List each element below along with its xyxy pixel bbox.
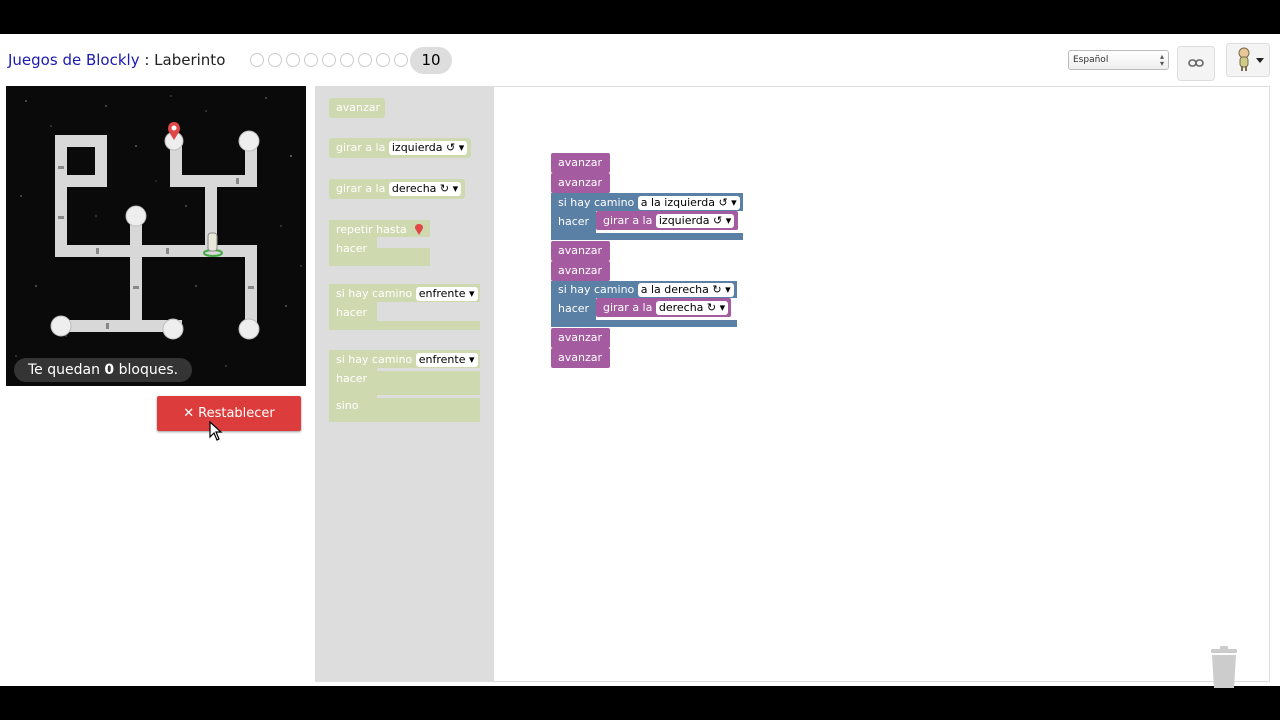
level-dot[interactable] xyxy=(358,53,372,67)
block-label: repetir hasta xyxy=(336,223,407,236)
remaining-pre: Te quedan xyxy=(28,362,105,378)
current-level-badge[interactable]: 10 xyxy=(410,47,452,74)
if-else-do-label: hacer xyxy=(336,372,368,385)
direction-dropdown[interactable]: izquierda ↺ ▾ xyxy=(388,141,468,155)
path-direction-dropdown[interactable]: a la derecha ↻ ▾ xyxy=(637,283,734,297)
remaining-count: 0 xyxy=(104,362,115,378)
remaining-blocks-label: Te quedan 0 bloques. xyxy=(14,358,193,382)
level-dot[interactable] xyxy=(268,53,282,67)
move-forward-block[interactable]: avanzar xyxy=(558,241,602,260)
level-selector xyxy=(250,53,408,67)
if-do-label: hacer xyxy=(558,215,590,228)
block-label: si hay camino xyxy=(336,353,413,366)
language-value: Español xyxy=(1073,55,1109,65)
toolbox-if-path-block[interactable]: si hay camino enfrente ▾ xyxy=(336,284,478,303)
repeat-do-label: hacer xyxy=(336,242,368,255)
toolbox-move-forward-block[interactable]: avanzar xyxy=(336,98,380,117)
level-dot[interactable] xyxy=(286,53,300,67)
block-label: girar a la xyxy=(603,214,653,227)
level-dot[interactable] xyxy=(376,53,390,67)
block-label: girar a la xyxy=(603,301,653,314)
path-direction-dropdown[interactable]: a la izquierda ↺ ▾ xyxy=(637,196,740,210)
link-icon xyxy=(1188,54,1204,72)
toolbox-turn-right-block[interactable]: girar a la derecha ↻ ▾ xyxy=(336,179,462,198)
if-path-block[interactable]: si hay camino a la izquierda ↺ ▾ xyxy=(558,193,740,212)
if-else-else-label: sino xyxy=(336,399,359,412)
pegman-menu-button[interactable] xyxy=(1226,43,1270,77)
toolbox-if-else-path-block[interactable]: si hay camino enfrente ▾ xyxy=(336,350,478,369)
link-button[interactable] xyxy=(1177,46,1215,81)
turn-right-block[interactable]: girar a la derecha ↻ ▾ xyxy=(603,298,729,317)
reset-label: Restablecer xyxy=(198,406,275,421)
page-title: Juegos de Blockly : Laberinto xyxy=(8,51,225,69)
move-forward-block[interactable]: avanzar xyxy=(558,261,602,280)
block-label: avanzar xyxy=(336,101,380,114)
block-label: si hay camino xyxy=(558,196,635,209)
maze-display: Te quedan 0 bloques. xyxy=(6,86,306,386)
blockly-games-link[interactable]: Juegos de Blockly xyxy=(8,51,140,69)
level-dot[interactable] xyxy=(304,53,318,67)
block-label: girar a la xyxy=(336,141,386,154)
remaining-post: bloques. xyxy=(114,362,179,378)
if-path-block[interactable]: si hay camino a la derecha ↻ ▾ xyxy=(558,280,734,299)
language-select[interactable]: Español ▴ ▾ xyxy=(1068,50,1169,70)
goal-marker-icon xyxy=(415,224,424,235)
direction-dropdown[interactable]: derecha ↻ ▾ xyxy=(655,301,729,315)
move-forward-block[interactable]: avanzar xyxy=(558,153,602,172)
level-dot[interactable] xyxy=(340,53,354,67)
reset-button[interactable]: ✕ Restablecer xyxy=(157,396,301,431)
move-forward-block[interactable]: avanzar xyxy=(558,348,602,367)
pegman-icon xyxy=(1238,47,1264,71)
select-arrows-icon: ▴ ▾ xyxy=(1159,52,1164,68)
block-label: si hay camino xyxy=(336,287,413,300)
app-frame: Juegos de Blockly : Laberinto 10 Español… xyxy=(0,34,1280,688)
path-direction-dropdown[interactable]: enfrente ▾ xyxy=(415,287,478,301)
trash-icon[interactable] xyxy=(1208,646,1240,690)
close-icon: ✕ xyxy=(183,406,195,421)
move-forward-block[interactable]: avanzar xyxy=(558,173,602,192)
level-dot[interactable] xyxy=(250,53,264,67)
direction-dropdown[interactable]: izquierda ↺ ▾ xyxy=(655,214,735,228)
path-direction-dropdown[interactable]: enfrente ▾ xyxy=(415,353,478,367)
level-dot[interactable] xyxy=(394,53,408,67)
toolbox-repeat-until-block[interactable]: repetir hasta xyxy=(336,220,424,239)
move-forward-block[interactable]: avanzar xyxy=(558,328,602,347)
block-label: girar a la xyxy=(336,182,386,195)
block-label: si hay camino xyxy=(558,283,635,296)
direction-dropdown[interactable]: derecha ↻ ▾ xyxy=(388,182,462,196)
game-title: Laberinto xyxy=(154,51,226,69)
if-do-label: hacer xyxy=(336,306,368,319)
level-dot[interactable] xyxy=(322,53,336,67)
blocks-workspace[interactable]: avanzar avanzar si hay camino a la izqui… xyxy=(494,86,1270,682)
toolbox-turn-left-block[interactable]: girar a la izquierda ↺ ▾ xyxy=(336,138,468,157)
mouse-cursor-icon xyxy=(209,421,223,441)
title-separator: : xyxy=(139,51,155,69)
turn-left-block[interactable]: girar a la izquierda ↺ ▾ xyxy=(603,211,735,230)
toolbox: avanzar girar a la izquierda ↺ ▾ girar a… xyxy=(315,86,494,682)
if-do-label: hacer xyxy=(558,302,590,315)
